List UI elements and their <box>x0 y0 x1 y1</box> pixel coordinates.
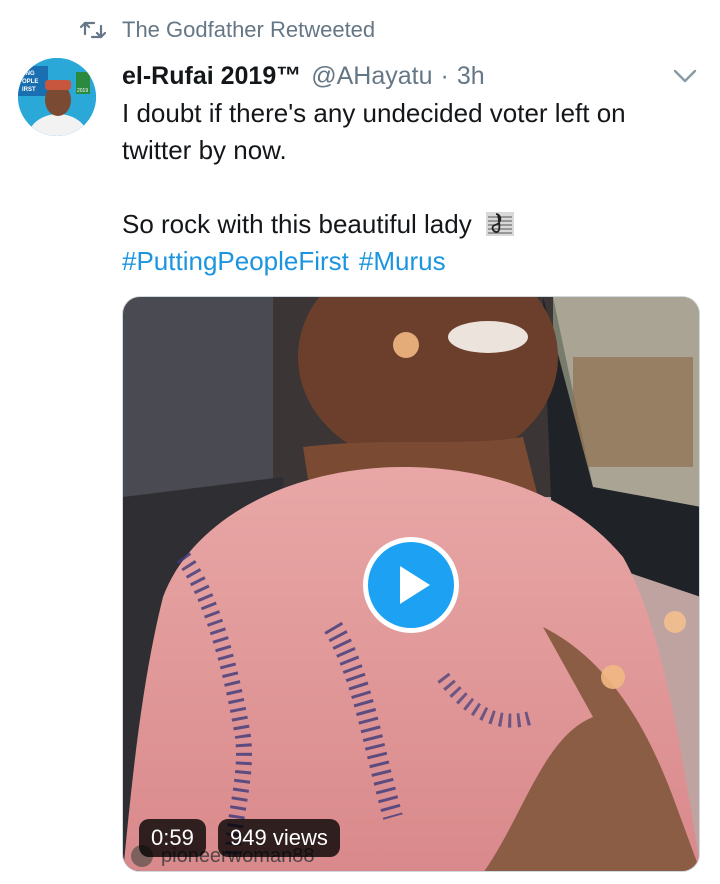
avatar-banner-text-1: ING <box>24 71 35 77</box>
tweet-line: twitter by now. <box>122 135 287 165</box>
video-duration-badge: 0:59 <box>139 819 206 857</box>
video-player[interactable]: pioneerwoman88 0:59 949 views <box>122 296 700 872</box>
avatar-badge-text: 2019 <box>77 88 88 94</box>
tweet-header: el-Rufai 2019™ @AHayatu · 3h <box>122 58 485 94</box>
retweet-icon <box>80 21 106 39</box>
avatar-banner-text-2: OPLE <box>22 79 38 85</box>
hashtag-link[interactable]: #Murus <box>359 246 446 276</box>
separator-dot: · <box>440 61 449 90</box>
retweet-label: The Godfather Retweeted <box>122 17 376 42</box>
display-name[interactable]: el-Rufai 2019™ <box>122 62 301 91</box>
tweet-line-text: So rock with this beautiful lady <box>122 209 472 239</box>
avatar-image: ING OPLE IRST 2019 <box>18 58 96 136</box>
hashtag-link[interactable]: #PuttingPeopleFirst <box>122 246 349 276</box>
chevron-down-icon[interactable] <box>672 66 698 86</box>
avatar[interactable]: ING OPLE IRST 2019 <box>18 58 96 136</box>
timestamp[interactable]: 3h <box>457 62 485 91</box>
tweet-line: So rock with this beautiful lady <box>122 206 692 243</box>
hashtag-row: #PuttingPeopleFirst #Murus <box>122 243 692 280</box>
video-views-badge: 949 views <box>218 819 340 857</box>
user-handle[interactable]: @AHayatu <box>311 62 432 91</box>
play-button[interactable] <box>363 537 459 633</box>
retweet-context[interactable]: The Godfather Retweeted <box>80 14 375 46</box>
musical-score-icon <box>485 212 514 236</box>
tweet-body: I doubt if there's any undecided voter l… <box>122 95 692 280</box>
tweet-line: I doubt if there's any undecided voter l… <box>122 98 626 128</box>
play-icon <box>400 566 430 604</box>
avatar-banner-text-3: IRST <box>22 87 36 93</box>
